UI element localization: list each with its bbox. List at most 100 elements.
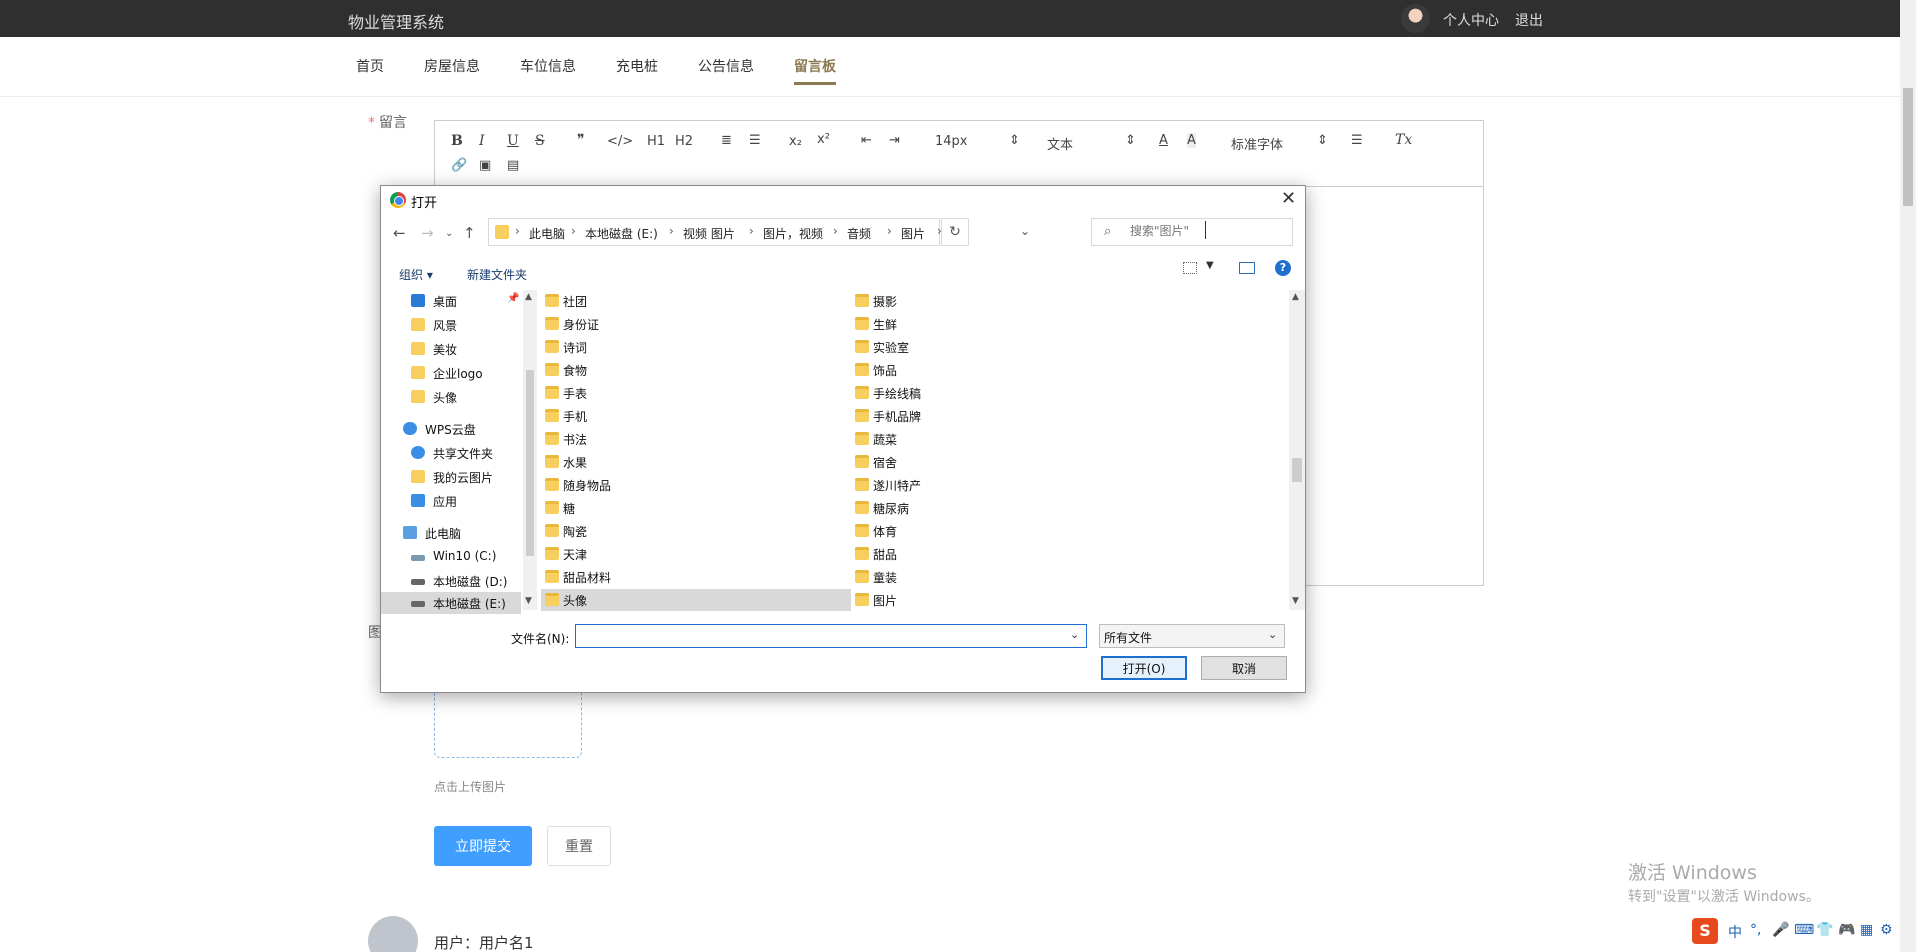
indent-icon[interactable]: ⇥ bbox=[889, 133, 900, 148]
profile-link[interactable]: 个人中心 bbox=[1443, 10, 1499, 30]
breadcrumb-pictures[interactable]: 图片 bbox=[901, 225, 925, 242]
nav-notices[interactable]: 公告信息 bbox=[698, 56, 754, 76]
keyboard-icon[interactable]: ⌨ bbox=[1794, 922, 1814, 938]
list-item[interactable]: 随身物品 bbox=[541, 474, 851, 496]
close-icon[interactable]: ✕ bbox=[1281, 188, 1296, 209]
sidebar-item-wps-cloud[interactable]: WPS云盘 bbox=[381, 418, 521, 440]
list-item[interactable]: 遂川特产 bbox=[851, 474, 1161, 496]
list-item[interactable]: 甜品 bbox=[851, 543, 1161, 565]
cancel-button[interactable]: 取消 bbox=[1201, 656, 1287, 680]
list-item[interactable]: 书法 bbox=[541, 428, 851, 450]
italic-icon[interactable]: I bbox=[479, 133, 485, 149]
list-item[interactable]: 手机品牌 bbox=[851, 405, 1161, 427]
list-item[interactable]: 生鲜 bbox=[851, 313, 1161, 335]
scroll-up-icon[interactable]: ▲ bbox=[525, 292, 532, 302]
list-item[interactable]: 摄影 bbox=[851, 290, 1161, 312]
font-size-select[interactable]: 14px bbox=[935, 134, 968, 149]
nav-charging[interactable]: 充电桩 bbox=[616, 56, 658, 76]
list-item[interactable]: 手表 bbox=[541, 382, 851, 404]
sidebar-item-drive-d[interactable]: 本地磁盘 (D:) bbox=[381, 570, 521, 592]
h1-icon[interactable]: H1 bbox=[647, 134, 665, 149]
sidebar-item-makeup[interactable]: 美妆 bbox=[381, 338, 521, 360]
list-item[interactable]: 身份证 bbox=[541, 313, 851, 335]
list-item[interactable]: 甜品材料 bbox=[541, 566, 851, 588]
list-item[interactable]: 实验室 bbox=[851, 336, 1161, 358]
nav-parking[interactable]: 车位信息 bbox=[520, 56, 576, 76]
font-color-icon[interactable]: A bbox=[1159, 133, 1168, 148]
highlight-icon[interactable]: A bbox=[1187, 133, 1196, 148]
sidebar-item-logo[interactable]: 企业logo bbox=[381, 362, 521, 384]
filename-field[interactable]: ⌄ bbox=[575, 624, 1087, 648]
code-icon[interactable]: </> bbox=[607, 134, 633, 149]
block-type-select[interactable]: 文本 bbox=[1047, 134, 1073, 153]
align-icon[interactable]: ☰ bbox=[1351, 133, 1363, 148]
file-list-scrollbar[interactable]: ▲ ▼ bbox=[1289, 290, 1305, 610]
list-item[interactable]: 水果 bbox=[541, 451, 851, 473]
new-folder-button[interactable]: 新建文件夹 bbox=[467, 266, 527, 283]
sidebar-item-drive-c[interactable]: Win10 (C:) bbox=[381, 546, 521, 568]
list-item[interactable]: 糖尿病 bbox=[851, 497, 1161, 519]
image-icon[interactable]: ▣ bbox=[479, 158, 491, 173]
logout-link[interactable]: 退出 bbox=[1515, 10, 1543, 30]
breadcrumb-this-pc[interactable]: 此电脑 bbox=[529, 225, 565, 242]
ime-language[interactable]: 中 bbox=[1728, 922, 1742, 942]
outdent-icon[interactable]: ⇤ bbox=[861, 133, 872, 148]
chevron-down-icon[interactable]: ⌄ bbox=[1020, 224, 1030, 238]
game-icon[interactable]: 🎮 bbox=[1838, 922, 1855, 938]
page-scrollbar[interactable] bbox=[1900, 0, 1916, 952]
font-family-select[interactable]: 标准字体 bbox=[1231, 134, 1283, 153]
forward-arrow-icon[interactable]: → bbox=[421, 224, 434, 242]
punctuation-icon[interactable]: °, bbox=[1750, 922, 1761, 938]
scrollbar-thumb[interactable] bbox=[1903, 88, 1913, 206]
list-item[interactable]: 陶瓷 bbox=[541, 520, 851, 542]
avatar[interactable] bbox=[1401, 4, 1430, 33]
breadcrumb-video-pictures[interactable]: 视频 图片 bbox=[683, 225, 735, 242]
sidebar-item-this-pc[interactable]: 此电脑 bbox=[381, 522, 521, 544]
image-uploader[interactable] bbox=[434, 690, 582, 758]
list-item[interactable]: 体育 bbox=[851, 520, 1161, 542]
sidebar-item-cloud-pictures[interactable]: 我的云图片 bbox=[381, 466, 521, 488]
list-item[interactable]: 糖 bbox=[541, 497, 851, 519]
quote-icon[interactable]: ❞ bbox=[577, 132, 585, 148]
superscript-icon[interactable]: x² bbox=[817, 132, 830, 147]
navigation-scrollbar[interactable]: ▲ ▼ bbox=[523, 290, 537, 610]
breadcrumb-audio[interactable]: 音频 bbox=[847, 225, 871, 242]
submit-button[interactable]: 立即提交 bbox=[434, 826, 532, 866]
view-options-icon[interactable] bbox=[1183, 262, 1197, 274]
sidebar-item-shared[interactable]: 共享文件夹 bbox=[381, 442, 521, 464]
list-item[interactable]: 蔬菜 bbox=[851, 428, 1161, 450]
help-icon[interactable]: ? bbox=[1275, 260, 1291, 276]
microphone-icon[interactable]: 🎤 bbox=[1772, 922, 1789, 938]
list-item[interactable]: 食物 bbox=[541, 359, 851, 381]
list-item[interactable]: 社团 bbox=[541, 290, 851, 312]
toolbox-icon[interactable]: ▦ bbox=[1860, 922, 1873, 938]
filename-input[interactable] bbox=[580, 628, 1060, 642]
skin-icon[interactable]: 👕 bbox=[1816, 922, 1833, 938]
list-item[interactable]: 饰品 bbox=[851, 359, 1161, 381]
breadcrumb-drive-e[interactable]: 本地磁盘 (E:) bbox=[585, 225, 658, 242]
scrollbar-thumb[interactable] bbox=[526, 370, 534, 556]
breadcrumb-pictures-videos[interactable]: 图片，视频 bbox=[763, 225, 823, 242]
preview-pane-icon[interactable] bbox=[1239, 262, 1255, 274]
h2-icon[interactable]: H2 bbox=[675, 134, 693, 149]
list-item[interactable]: 图片 bbox=[851, 589, 1161, 611]
nav-home[interactable]: 首页 bbox=[356, 56, 384, 76]
list-item[interactable]: 天津 bbox=[541, 543, 851, 565]
sidebar-item-apps[interactable]: 应用 bbox=[381, 490, 521, 512]
scroll-down-icon[interactable]: ▼ bbox=[525, 596, 532, 606]
sidebar-item-avatar[interactable]: 头像 bbox=[381, 386, 521, 408]
organize-menu[interactable]: 组织 ▾ bbox=[399, 266, 433, 283]
back-arrow-icon[interactable]: ← bbox=[393, 224, 406, 242]
nav-houses[interactable]: 房屋信息 bbox=[424, 56, 480, 76]
search-box[interactable]: ⌕ bbox=[1091, 218, 1293, 246]
list-item[interactable]: 手绘线稿 bbox=[851, 382, 1161, 404]
chevron-down-icon[interactable]: ⌄ bbox=[1070, 628, 1079, 641]
bold-icon[interactable]: B bbox=[451, 133, 463, 149]
clear-format-icon[interactable]: Tx bbox=[1395, 132, 1412, 148]
reset-button[interactable]: 重置 bbox=[547, 826, 611, 866]
nav-message-board[interactable]: 留言板 bbox=[794, 56, 836, 85]
subscript-icon[interactable]: x₂ bbox=[789, 134, 802, 149]
bullet-list-icon[interactable]: ☰ bbox=[749, 133, 761, 148]
sidebar-item-scenery[interactable]: 风景 bbox=[381, 314, 521, 336]
scroll-down-icon[interactable]: ▼ bbox=[1292, 596, 1299, 606]
